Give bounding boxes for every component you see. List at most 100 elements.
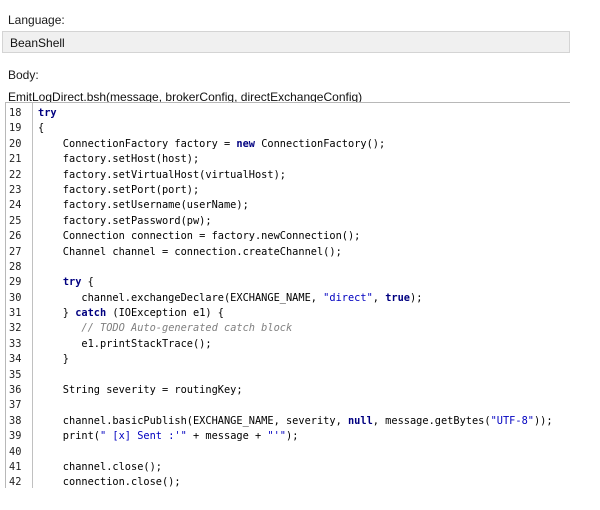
code-editor[interactable]: 18 try 19 {20 ConnectionFactory factory = n… [5, 102, 570, 488]
line-number: 21 [9, 153, 22, 166]
code-text: print(" [x] Sent :'" + message + "'"); [38, 429, 299, 444]
code-line: 25 factory.setPassword(pw); [6, 214, 570, 229]
code-token: } [38, 353, 69, 366]
code-line: 42 connection.close(); [6, 475, 570, 488]
code-token: try [38, 107, 57, 119]
line-number: 31 [9, 307, 22, 320]
code-line: 40 [6, 445, 570, 460]
code-line: 22 factory.setVirtualHost(virtualHost); [6, 168, 570, 183]
code-text: ConnectionFactory factory = new Connecti… [38, 137, 385, 152]
code-token: channel.exchangeDeclare(EXCHANGE_NAME, [38, 291, 324, 304]
code-line: 18 try [6, 106, 570, 121]
language-select-value: BeanShell [10, 36, 65, 50]
code-line: 26 Connection connection = factory.newCo… [6, 229, 570, 244]
code-token: ConnectionFactory factory = [38, 137, 237, 150]
code-token: channel.close(); [38, 460, 162, 473]
code-token: Channel channel = connection.createChann… [38, 245, 342, 258]
code-token: "direct" [323, 291, 373, 304]
line-number: 40 [9, 445, 22, 458]
line-number: 27 [9, 245, 22, 258]
code-token: factory.setPort(port); [38, 183, 200, 196]
code-token: factory.setUsername(userName); [38, 199, 249, 212]
code-line: 39 print(" [x] Sent :'" + message + "'")… [6, 429, 570, 444]
code-text: Connection connection = factory.newConne… [38, 229, 361, 244]
code-line: 36 String severity = routingKey; [6, 383, 570, 398]
code-token: { [38, 122, 45, 135]
line-number: 25 [9, 214, 22, 227]
code-token: new [236, 137, 255, 150]
code-token: try [62, 276, 82, 289]
code-token: "UTF-8" [490, 414, 534, 427]
code-token: Connection connection = factory.newConne… [38, 230, 361, 243]
code-line: 27 Channel channel = connection.createCh… [6, 245, 570, 260]
code-line: 28 [6, 260, 570, 275]
code-token: )); [533, 414, 553, 427]
code-text: channel.close(); [38, 460, 162, 475]
code-token: ); [286, 430, 299, 443]
line-number: 32 [9, 322, 22, 335]
line-number: 26 [9, 230, 22, 243]
line-number: 42 [9, 476, 22, 488]
line-number: 38 [9, 414, 22, 427]
language-select[interactable]: BeanShell [2, 31, 570, 53]
body-label: Body: [8, 68, 39, 82]
code-token: true [385, 291, 410, 304]
line-number: 23 [9, 183, 22, 196]
code-text: factory.setVirtualHost(virtualHost); [38, 168, 286, 183]
code-text: factory.setPort(port); [38, 183, 199, 198]
code-text: factory.setPassword(pw); [38, 214, 212, 229]
line-number: 24 [9, 199, 22, 212]
code-token: channel.basicPublish(EXCHANGE_NAME, seve… [38, 414, 348, 427]
code-line: 30 channel.exchangeDeclare(EXCHANGE_NAME… [6, 291, 570, 306]
code-text: { [38, 121, 44, 136]
code-line: 23 factory.setPort(port); [6, 183, 570, 198]
code-line: 38 channel.basicPublish(EXCHANGE_NAME, s… [6, 414, 570, 429]
line-number: 20 [9, 137, 22, 150]
code-lines: 18 try 19 {20 ConnectionFactory factory = n… [6, 106, 570, 488]
code-token: null [347, 414, 373, 427]
code-token: ConnectionFactory(); [255, 137, 386, 150]
code-token: + message + [186, 430, 268, 443]
code-token: factory.setVirtualHost(virtualHost); [38, 168, 286, 181]
code-token: String severity = routingKey; [38, 384, 243, 397]
code-line: 29 try { [6, 275, 570, 290]
line-number: 39 [9, 430, 22, 443]
code-token: "'" [267, 430, 286, 443]
code-text: channel.exchangeDeclare(EXCHANGE_NAME, "… [38, 291, 422, 306]
code-token: ); [410, 291, 423, 304]
code-line: 31 } catch (IOException e1) { [6, 306, 570, 321]
code-text: channel.basicPublish(EXCHANGE_NAME, seve… [38, 414, 553, 429]
code-line: 37 [6, 398, 570, 413]
line-number: 34 [9, 353, 22, 366]
line-number: 19 [9, 122, 22, 135]
code-line: 33 e1.printStackTrace(); [6, 337, 570, 352]
code-line: 41 channel.close(); [6, 460, 570, 475]
code-token: , message.getBytes( [372, 414, 491, 427]
code-token: print( [38, 430, 100, 443]
code-text: connection.close(); [38, 475, 181, 488]
code-token: factory.setPassword(pw); [38, 214, 212, 227]
code-token: // TODO Auto-generated catch block [81, 322, 293, 335]
code-text: Channel channel = connection.createChann… [38, 245, 342, 260]
code-token: " [x] Sent :'" [100, 430, 187, 443]
code-token: , [372, 291, 386, 304]
code-text: factory.setUsername(userName); [38, 198, 249, 213]
line-number: 29 [9, 276, 22, 289]
line-number: 18 [9, 107, 22, 119]
code-text: factory.setHost(host); [38, 152, 199, 167]
code-token: (IOException e1) { [106, 307, 224, 320]
code-token: catch [75, 307, 107, 320]
code-text: try { [38, 275, 94, 290]
line-number: 35 [9, 368, 22, 381]
code-text: e1.printStackTrace(); [38, 337, 211, 352]
code-line: 19 { [6, 121, 570, 136]
line-number: 41 [9, 460, 22, 473]
code-text: } catch (IOException e1) { [38, 306, 224, 321]
line-number: 22 [9, 168, 22, 181]
line-number: 37 [9, 399, 22, 412]
line-number: 28 [9, 260, 22, 273]
code-line: 32 // TODO Auto-generated catch block [6, 321, 570, 336]
code-line: 35 [6, 368, 570, 383]
